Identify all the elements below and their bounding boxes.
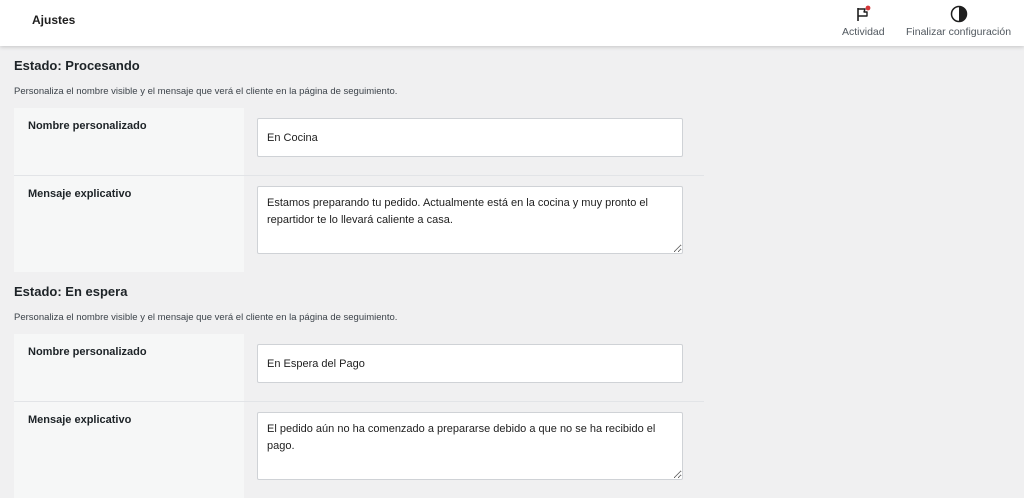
finish-setup-label: Finalizar configuración (906, 26, 1012, 38)
section-description: Personaliza el nombre visible y el mensa… (14, 86, 398, 97)
section-description: Personaliza el nombre visible y el mensa… (14, 312, 398, 323)
activity-button[interactable]: Actividad (842, 3, 885, 38)
flag-icon (855, 3, 871, 23)
name-field-label: Nombre personalizado (14, 334, 244, 402)
settings-content: Estado: Procesando Personaliza el nombre… (0, 46, 1024, 498)
custom-name-input[interactable] (257, 344, 683, 383)
message-row: Mensaje explicativo Estamos preparando t… (14, 176, 704, 272)
form-table: Nombre personalizado Mensaje explicativo… (14, 108, 704, 272)
activity-label: Actividad (842, 26, 885, 38)
status-section-on-hold: Estado: En espera Personaliza el nombre … (0, 278, 1024, 498)
message-row: Mensaje explicativo El pedido aún no ha … (14, 402, 704, 498)
section-title: Estado: En espera (14, 284, 128, 299)
message-field-label: Mensaje explicativo (14, 402, 244, 498)
name-row: Nombre personalizado (14, 108, 704, 176)
notification-dot (865, 5, 871, 11)
section-title: Estado: Procesando (14, 58, 140, 73)
message-textarea[interactable]: Estamos preparando tu pedido. Actualment… (257, 186, 683, 254)
finish-setup-button[interactable]: Finalizar configuración (906, 3, 1011, 38)
status-section-processing: Estado: Procesando Personaliza el nombre… (0, 52, 1024, 272)
custom-name-input[interactable] (257, 118, 683, 157)
name-row: Nombre personalizado (14, 334, 704, 402)
half-circle-icon (950, 3, 968, 23)
name-field-label: Nombre personalizado (14, 108, 244, 176)
form-table: Nombre personalizado Mensaje explicativo… (14, 334, 704, 498)
message-textarea[interactable]: El pedido aún no ha comenzado a preparar… (257, 412, 683, 480)
page-title: Ajustes (32, 13, 76, 27)
top-bar: Ajustes Actividad Finalizar configuració… (0, 0, 1024, 46)
message-field-label: Mensaje explicativo (14, 176, 244, 272)
